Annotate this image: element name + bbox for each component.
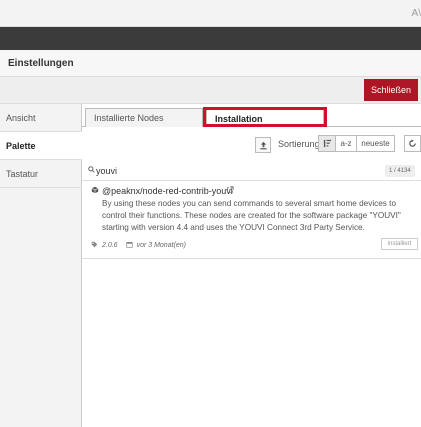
sort-relevance-button[interactable] [318, 135, 336, 152]
dialog-toolbar [0, 77, 421, 104]
tab-label: Installierte Nodes [94, 113, 164, 123]
upload-icon [259, 141, 267, 149]
package-icon [91, 186, 99, 196]
close-button[interactable]: Schließen [364, 79, 418, 101]
tag-icon [91, 241, 98, 250]
app-header [0, 27, 421, 50]
package-description: By using these nodes you can send comman… [102, 199, 401, 232]
external-link-icon[interactable] [226, 186, 234, 196]
sort-relevance-icon [323, 139, 331, 148]
tab-label: Installation [215, 113, 263, 124]
dialog-title: Einstellungen [8, 58, 74, 69]
sidebar-item-label: Ansicht [6, 112, 36, 123]
sort-newest-button[interactable]: neueste [356, 135, 395, 152]
package-meta: 2.0.6 vor 3 Monat(en) [91, 241, 186, 250]
package-version: 2.0.6 [102, 242, 118, 249]
package-name: @peaknx/node-red-contrib-youvi [102, 186, 233, 196]
sidebar-item-ansicht[interactable]: Ansicht [0, 104, 82, 132]
upload-button[interactable] [255, 137, 271, 153]
search-input[interactable] [96, 164, 296, 178]
dialog-title-bar: Einstellungen [0, 50, 421, 77]
calendar-icon [125, 241, 133, 250]
sidebar-item-label: Tastatur [6, 168, 39, 179]
installed-badge: installiert [381, 238, 418, 250]
top-bar: A\ [0, 0, 421, 27]
top-corner-text: A\ [411, 8, 421, 19]
sort-az-button[interactable]: a-z [335, 135, 357, 152]
refresh-button[interactable] [404, 135, 421, 152]
package-date: vor 3 Monat(en) [136, 242, 186, 249]
search-icon [88, 166, 95, 175]
sort-label: Sortierung: [278, 139, 323, 149]
refresh-icon [409, 139, 416, 147]
sidebar-item-label: Palette [6, 140, 36, 151]
sort-options: a-z neueste [318, 135, 395, 152]
tab-installed-nodes[interactable]: Installierte Nodes [85, 108, 203, 127]
result-count: 1 / 4134 [385, 165, 415, 177]
tab-installation[interactable]: Installation [206, 108, 324, 128]
sidebar-item-palette[interactable]: Palette [0, 132, 83, 160]
sidebar-item-tastatur[interactable]: Tastatur [0, 160, 82, 188]
